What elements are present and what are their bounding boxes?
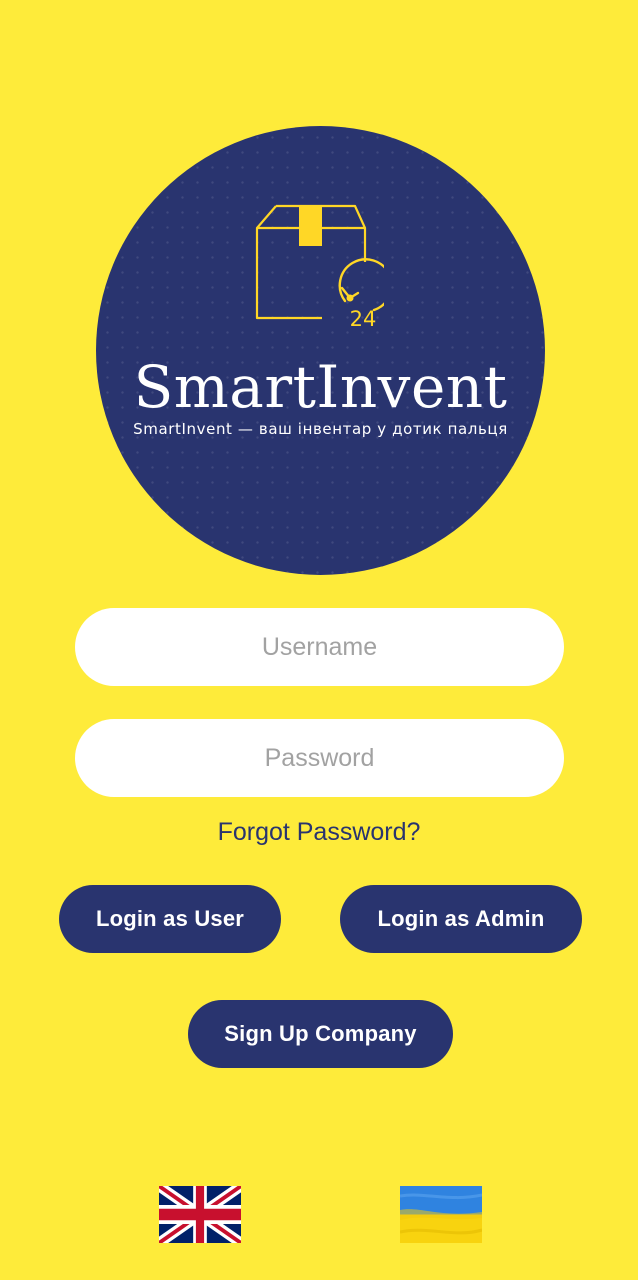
- clock-badge-number: 24: [350, 307, 377, 331]
- app-logo: 24 SmartInvent SmartInvent — ваш інвента…: [96, 126, 545, 575]
- forgot-password-link[interactable]: Forgot Password?: [0, 816, 638, 848]
- login-as-admin-button[interactable]: Login as Admin: [340, 885, 582, 953]
- login-as-user-button[interactable]: Login as User: [59, 885, 281, 953]
- brand-name: SmartInvent: [133, 353, 508, 421]
- sign-up-company-button[interactable]: Sign Up Company: [188, 1000, 453, 1068]
- box-clock-icon: 24: [255, 204, 384, 331]
- uk-flag-icon[interactable]: [159, 1186, 241, 1243]
- username-input[interactable]: [75, 608, 564, 686]
- brand-tagline: SmartInvent — ваш інвентар у дотик пальц…: [133, 420, 508, 438]
- ukraine-flag-icon[interactable]: [400, 1186, 482, 1243]
- password-input[interactable]: [75, 719, 564, 797]
